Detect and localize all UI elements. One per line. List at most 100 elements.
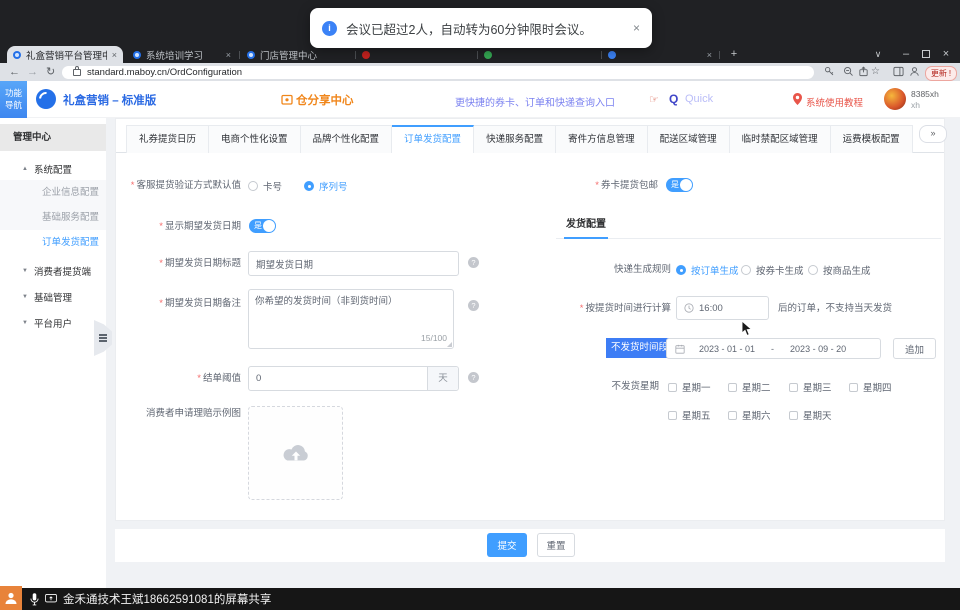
claim-image-upload[interactable] [248, 406, 343, 500]
checkbox-icon[interactable] [668, 383, 677, 392]
free-shipping-toggle[interactable]: 是 [666, 178, 693, 192]
app-header: 功能 导航 礼盒营销 – 标准版 仓分享中心 更快捷的券卡、订单和快递查询入口 … [0, 81, 960, 118]
weekday-sat[interactable]: 星期六 [728, 408, 771, 422]
tab-coupon-calendar[interactable]: 礼券提货日历 [126, 125, 209, 153]
new-tab-icon[interactable]: + [726, 47, 742, 61]
browser-tab-5[interactable] [478, 46, 598, 63]
sidebar-group-system-config[interactable]: ▲ 系统配置 [22, 162, 72, 176]
tab-close-icon[interactable]: × [226, 50, 231, 60]
checkbox-icon[interactable] [728, 383, 737, 392]
gen-rule-by-coupon[interactable]: 按券卡生成 [741, 263, 804, 277]
browser-tab-2[interactable]: 系统培训学习 × [127, 46, 237, 63]
bookmark-star-icon[interactable]: ☆ [871, 65, 880, 79]
pickup-time-input[interactable]: 16:00 [676, 296, 769, 320]
checkbox-icon[interactable] [668, 411, 677, 420]
tab-freight-template[interactable]: 运费模板配置 [831, 125, 913, 153]
tab-sender-info[interactable]: 寄件方信息管理 [556, 125, 648, 153]
no-ship-date-range[interactable]: 2023 - 01 - 01 - 2023 - 09 - 20 [666, 338, 881, 359]
maximize-icon[interactable] [918, 47, 934, 61]
tab-order-shipping[interactable]: 订单发货配置 [392, 125, 474, 153]
tab-close-icon[interactable]: × [112, 50, 117, 60]
share-center-link[interactable]: 仓分享中心 [296, 92, 354, 108]
back-icon[interactable]: ← [9, 65, 20, 79]
tab-ecommerce-custom[interactable]: 电商个性化设置 [209, 125, 301, 153]
sidebar: 管理中心 ▲ 系统配置 企业信息配置 基础服务配置 订单发货配置 ▼ 消费者提货… [0, 118, 106, 588]
resize-handle-icon[interactable] [447, 342, 452, 347]
sidebar-group-consumer[interactable]: ▼ 消费者提货端 [22, 264, 91, 278]
radio-unselected-icon[interactable] [808, 265, 818, 275]
append-range-button[interactable]: 追加 [893, 338, 936, 359]
address-bar[interactable]: standard.maboy.cn/OrdConfiguration [62, 66, 814, 79]
verify-option-card-no[interactable]: 卡号 [248, 179, 282, 193]
expect-date-title-input[interactable]: 期望发货日期 [248, 251, 459, 276]
tab-close-icon[interactable]: × [707, 50, 712, 60]
function-nav-toggle[interactable]: 功能 导航 [0, 81, 27, 118]
weekday-mon[interactable]: 星期一 [668, 380, 711, 394]
sidebar-group-platform-users[interactable]: ▼ 平台用户 [22, 316, 72, 330]
help-icon[interactable]: ? [468, 257, 479, 268]
update-button[interactable]: 更新 ! [925, 66, 957, 81]
browser-tab-4[interactable] [356, 46, 474, 63]
browser-tab-6[interactable]: × [602, 46, 718, 63]
password-key-icon[interactable] [824, 66, 835, 77]
textarea-value: 你希望的发货时间（非到货时间） [255, 295, 398, 308]
tab-brand-custom[interactable]: 品牌个性化配置 [301, 125, 393, 153]
help-icon[interactable]: ? [468, 372, 479, 383]
reset-button[interactable]: 重置 [537, 533, 575, 557]
window-close-icon[interactable]: × [938, 47, 954, 61]
tab-separator [601, 51, 602, 59]
weekday-wed[interactable]: 星期三 [789, 380, 832, 394]
sidebar-item-basic-service[interactable]: 基础服务配置 [0, 205, 106, 230]
weekday-thu[interactable]: 星期四 [849, 380, 892, 394]
user-avatar[interactable] [884, 88, 906, 110]
radio-unselected-icon[interactable] [248, 181, 258, 191]
submit-button[interactable]: 提交 [487, 533, 527, 557]
checkbox-icon[interactable] [789, 411, 798, 420]
share-icon[interactable] [858, 66, 869, 77]
lock-icon[interactable] [73, 69, 81, 76]
toast-close-icon[interactable]: × [633, 21, 640, 35]
browser-tab-1[interactable]: 礼盒营销平台管理中心 × [7, 46, 123, 63]
show-expect-date-toggle[interactable]: 是 [249, 219, 276, 233]
sidebar-item-company-info[interactable]: 企业信息配置 [0, 180, 106, 205]
arrow-down-icon: ▼ [22, 320, 28, 326]
checkbox-icon[interactable] [789, 383, 798, 392]
quick-label[interactable]: Quick [685, 93, 713, 105]
radio-selected-icon[interactable] [304, 181, 314, 191]
reload-icon[interactable]: ↻ [46, 65, 55, 79]
weekday-tue[interactable]: 星期二 [728, 380, 771, 394]
close-threshold-input[interactable]: 0 天 [248, 366, 459, 391]
claim-example-label: 消费者申请理赔示例图 [116, 408, 241, 420]
tutorial-link[interactable]: 系统使用教程 [806, 95, 863, 109]
arrow-down-icon: ▼ [22, 294, 28, 300]
quick-search-icon[interactable]: Q [669, 92, 678, 106]
sidebar-group-label: 系统配置 [34, 162, 72, 176]
weekday-fri[interactable]: 星期五 [668, 408, 711, 422]
radio-selected-icon[interactable] [676, 265, 686, 275]
gen-rule-by-order[interactable]: 按订单生成 [676, 263, 739, 277]
tab-overflow-button[interactable]: » [919, 125, 947, 143]
radio-unselected-icon[interactable] [741, 265, 751, 275]
tab-express-service[interactable]: 快递服务配置 [474, 125, 556, 153]
expect-date-note-textarea[interactable]: 你希望的发货时间（非到货时间） 15/100 [248, 289, 454, 349]
sidebar-collapse-handle[interactable] [94, 320, 112, 356]
tab-delivery-area[interactable]: 配送区域管理 [648, 125, 730, 153]
gen-rule-by-product[interactable]: 按商品生成 [808, 263, 871, 277]
side-panel-icon[interactable] [893, 66, 904, 77]
toggle-on-label: 是 [671, 178, 679, 192]
checkbox-icon[interactable] [728, 411, 737, 420]
forward-icon[interactable]: → [27, 65, 38, 79]
tab-temp-ban-area[interactable]: 临时禁配区域管理 [730, 125, 831, 153]
sidebar-item-order-shipping[interactable]: 订单发货配置 [0, 230, 106, 255]
weekday-sun[interactable]: 星期天 [789, 408, 832, 422]
checkbox-icon[interactable] [849, 383, 858, 392]
zoom-icon[interactable] [843, 66, 854, 77]
sidebar-group-basic-mgmt[interactable]: ▼ 基础管理 [22, 290, 72, 304]
minimize-icon[interactable]: – [898, 47, 914, 61]
verify-option-serial-no[interactable]: 序列号 [304, 179, 348, 193]
unit-suffix: 天 [427, 367, 458, 390]
tab-search-chevron-icon[interactable]: ∨ [870, 47, 886, 61]
help-icon[interactable]: ? [468, 300, 479, 311]
profile-icon[interactable] [909, 66, 920, 77]
browser-tab-3[interactable]: 门店管理中心 [241, 46, 353, 63]
